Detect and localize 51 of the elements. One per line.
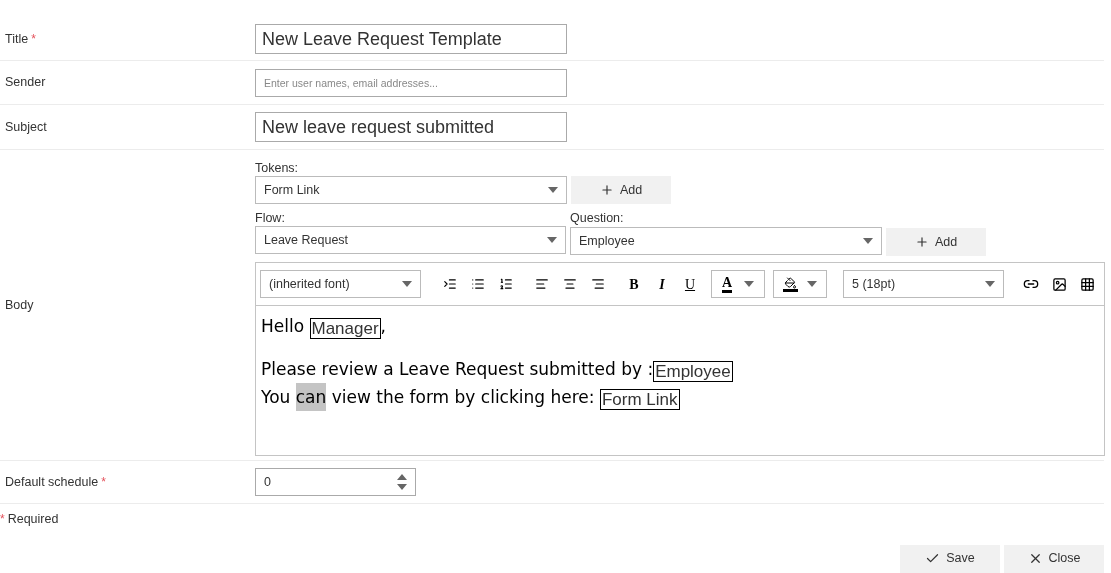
format-button[interactable]: I xyxy=(649,274,675,294)
paint-bucket-icon xyxy=(782,276,798,292)
token-tag: Employee xyxy=(653,360,733,382)
selected-text: can xyxy=(295,383,327,411)
caret-icon xyxy=(744,281,755,287)
caret-icon xyxy=(402,281,412,287)
tokens-label: Tokens: xyxy=(255,160,300,176)
font-dropdown[interactable]: (inherited font) xyxy=(260,270,421,298)
spinner-icon[interactable] xyxy=(397,473,407,491)
close-button[interactable]: Close xyxy=(1004,544,1104,573)
add-button[interactable]: Add xyxy=(571,176,671,204)
caret-icon xyxy=(807,281,818,287)
caret-icon xyxy=(863,238,873,244)
flow-label: Flow: xyxy=(255,210,286,226)
body-text: Hello xyxy=(261,315,306,338)
body-text: You xyxy=(261,386,292,409)
field-label: Sender xyxy=(5,74,46,92)
title-field[interactable]: New Leave Request Template xyxy=(255,24,567,54)
size-dropdown[interactable]: 5 (18pt) xyxy=(843,270,1004,298)
subject-field[interactable]: New leave request submitted xyxy=(255,112,567,142)
number-field[interactable]: 0 xyxy=(255,468,416,496)
rich-text-editor[interactable]: (inherited font) B I U A 5 (18pt) Hello Manager, Please review a Leave Request submitted by :Employee You can view the form by clicking here: Form Link xyxy=(255,262,1105,456)
token-tag: Form Link xyxy=(599,388,680,410)
highlight-color-dropdown[interactable] xyxy=(773,270,827,298)
font-color-dropdown[interactable]: A xyxy=(711,270,765,298)
required-mark: * xyxy=(0,511,5,529)
dropdown[interactable]: Employee xyxy=(570,227,882,255)
field-label: Body xyxy=(5,296,34,314)
field-label: Subject xyxy=(5,118,47,136)
field-label: Default schedule xyxy=(5,473,99,491)
plus-icon xyxy=(914,235,929,249)
field-label: Title xyxy=(5,30,29,48)
required-note: Required xyxy=(7,511,59,528)
token-tag: Manager xyxy=(309,317,381,339)
required-mark: * xyxy=(31,31,36,48)
body-text: , xyxy=(380,315,386,338)
required-mark: * xyxy=(101,474,106,491)
dropdown[interactable]: Form Link xyxy=(255,176,567,204)
question-label: Question: xyxy=(570,210,625,226)
caret-icon xyxy=(547,237,557,243)
save-button[interactable]: Save xyxy=(900,544,1000,573)
caret-icon xyxy=(548,187,558,193)
caret-icon xyxy=(985,281,995,287)
body-text: view the form by clicking here: xyxy=(330,386,596,409)
format-button[interactable]: B xyxy=(621,274,647,294)
body-text: Please review a Leave Request submitted by : xyxy=(261,358,654,381)
format-button[interactable]: U xyxy=(677,274,703,294)
dropdown[interactable]: Leave Request xyxy=(255,226,566,254)
sender-field[interactable]: Enter user names, email addresses... xyxy=(255,68,567,97)
plus-icon xyxy=(599,183,614,197)
add-button[interactable]: Add xyxy=(886,228,986,256)
